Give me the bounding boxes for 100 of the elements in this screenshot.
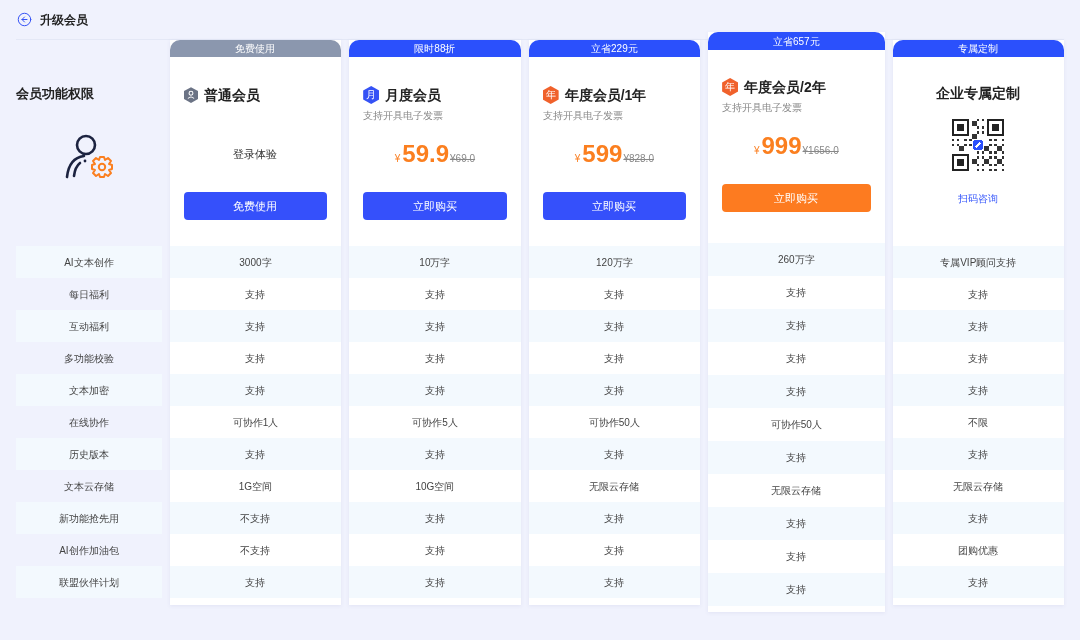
table-cell: 支持 <box>528 310 701 342</box>
qr-code-icon <box>952 119 1005 171</box>
table-cell: 支持 <box>708 375 885 408</box>
table-cell: 支持 <box>528 566 701 598</box>
currency-symbol: ¥ <box>753 144 760 158</box>
table-cell: 支持 <box>892 374 1064 406</box>
table-cell: 支持 <box>892 438 1064 470</box>
table-cell: 支持 <box>708 573 885 606</box>
feature-label: 新功能抢先用 <box>16 502 162 534</box>
table-cell: 不支持 <box>169 502 342 534</box>
table-cell: 不限 <box>892 406 1064 438</box>
table-cell: 支持 <box>349 374 521 406</box>
table-cell: 支持 <box>892 342 1064 374</box>
plan-title: 月度会员 <box>385 85 442 105</box>
back-icon[interactable] <box>17 12 32 27</box>
table-cell: 支持 <box>528 374 701 406</box>
table-cell: 支持 <box>349 502 521 534</box>
table-cell: 支持 <box>892 278 1064 310</box>
table-cell: 支持 <box>169 438 342 470</box>
page-title: 升级会员 <box>40 11 88 29</box>
table-cell: 支持 <box>349 566 521 598</box>
table-cell: 支持 <box>169 278 342 310</box>
table-cell: 支持 <box>349 278 521 310</box>
table-cell: 支持 <box>708 276 885 309</box>
table-cell: 支持 <box>892 566 1064 598</box>
table-cell: 支持 <box>708 507 885 540</box>
table-cell: 支持 <box>349 310 521 342</box>
buy-button[interactable]: 立即购买 <box>542 192 687 220</box>
table-cell: 支持 <box>349 342 521 374</box>
feature-label: 文本加密 <box>16 374 162 406</box>
plan-ribbon: 立省229元 <box>528 40 701 57</box>
table-cell: 可协作5人 <box>349 406 521 438</box>
plan-note: 登录体验 <box>233 146 278 162</box>
currency-symbol: ¥ <box>394 152 401 166</box>
table-cell: 支持 <box>169 374 342 406</box>
feature-label: 多功能校验 <box>62 351 115 366</box>
table-cell: 支持 <box>528 278 701 310</box>
table-cell: 支持 <box>892 310 1064 342</box>
table-cell: 无限云存储 <box>708 474 885 507</box>
table-cell: 无限云存储 <box>528 470 701 502</box>
plan-badge: 月 <box>363 86 380 104</box>
table-cell: 支持 <box>349 438 521 470</box>
plan-title: 企业专属定制 <box>936 84 1021 103</box>
table-cell: 支持 <box>349 534 521 566</box>
table-cell: 无限云存储 <box>892 470 1064 502</box>
currency-symbol: ¥ <box>574 152 581 166</box>
feature-label: AI创作加油包 <box>58 543 120 558</box>
table-cell: 支持 <box>169 342 342 374</box>
feature-label: AI文本创作 <box>16 246 162 278</box>
plan-subtitle: 支持开具电子发票 <box>363 108 444 123</box>
table-cell: 支持 <box>528 502 701 534</box>
price: 999 <box>761 134 802 158</box>
feature-label: 互动福利 <box>16 310 162 342</box>
plan-ribbon: 立省657元 <box>708 32 885 50</box>
table-cell: 10万字 <box>349 246 521 278</box>
plan-badge: 年 <box>722 78 739 96</box>
table-cell: 可协作50人 <box>528 406 701 438</box>
table-cell: 支持 <box>528 342 701 374</box>
table-cell: 支持 <box>169 566 342 598</box>
feature-label: 历史版本 <box>16 438 162 470</box>
buy-button[interactable]: 立即购买 <box>363 192 507 220</box>
plan-subtitle: 支持开具电子发票 <box>542 108 623 123</box>
table-cell: 支持 <box>892 502 1064 534</box>
original-price: ¥69.0 <box>450 152 476 166</box>
table-cell: 专属VIP顾问支持 <box>892 246 1064 278</box>
plan-ribbon: 免费使用 <box>169 40 342 57</box>
price: 599 <box>582 142 623 166</box>
table-cell: 团购优惠 <box>892 534 1064 566</box>
table-cell: 260万字 <box>708 243 885 276</box>
table-cell: 支持 <box>528 534 701 566</box>
feature-label: 文本云存储 <box>62 479 115 494</box>
plan-ribbon: 限时88折 <box>349 40 521 57</box>
plan-title: 年度会员/2年 <box>744 77 826 97</box>
plan-ribbon: 专属定制 <box>892 40 1064 57</box>
table-cell: 1G空间 <box>169 470 342 502</box>
table-cell: 10G空间 <box>349 470 521 502</box>
user-settings-icon <box>64 133 114 180</box>
section-title: 会员功能权限 <box>16 85 95 103</box>
table-cell: 支持 <box>708 540 885 573</box>
plan-title: 普通会员 <box>203 85 260 105</box>
table-cell: 支持 <box>708 342 885 375</box>
plan-subtitle: 支持开具电子发票 <box>722 100 803 115</box>
table-cell: 支持 <box>528 438 701 470</box>
table-cell: 3000字 <box>169 246 342 278</box>
original-price: ¥828.0 <box>623 152 654 166</box>
price: 59.9 <box>402 142 450 166</box>
original-price: ¥1656.0 <box>802 145 839 158</box>
table-cell: 120万字 <box>528 246 701 278</box>
table-cell: 可协作50人 <box>708 408 885 441</box>
consult-link[interactable]: 扫码咨询 <box>958 191 999 206</box>
table-cell: 支持 <box>708 309 885 342</box>
free-trial-button[interactable]: 免费使用 <box>183 192 328 220</box>
feature-label: 联盟伙伴计划 <box>16 566 162 598</box>
table-cell: 支持 <box>708 441 885 474</box>
feature-label: 每日福利 <box>67 287 110 302</box>
feature-label: 在线协作 <box>67 415 110 430</box>
plan-title: 年度会员/1年 <box>564 85 647 105</box>
plan-badge: 年 <box>542 86 559 104</box>
table-cell: 可协作1人 <box>169 406 342 438</box>
table-cell: 不支持 <box>169 534 342 566</box>
